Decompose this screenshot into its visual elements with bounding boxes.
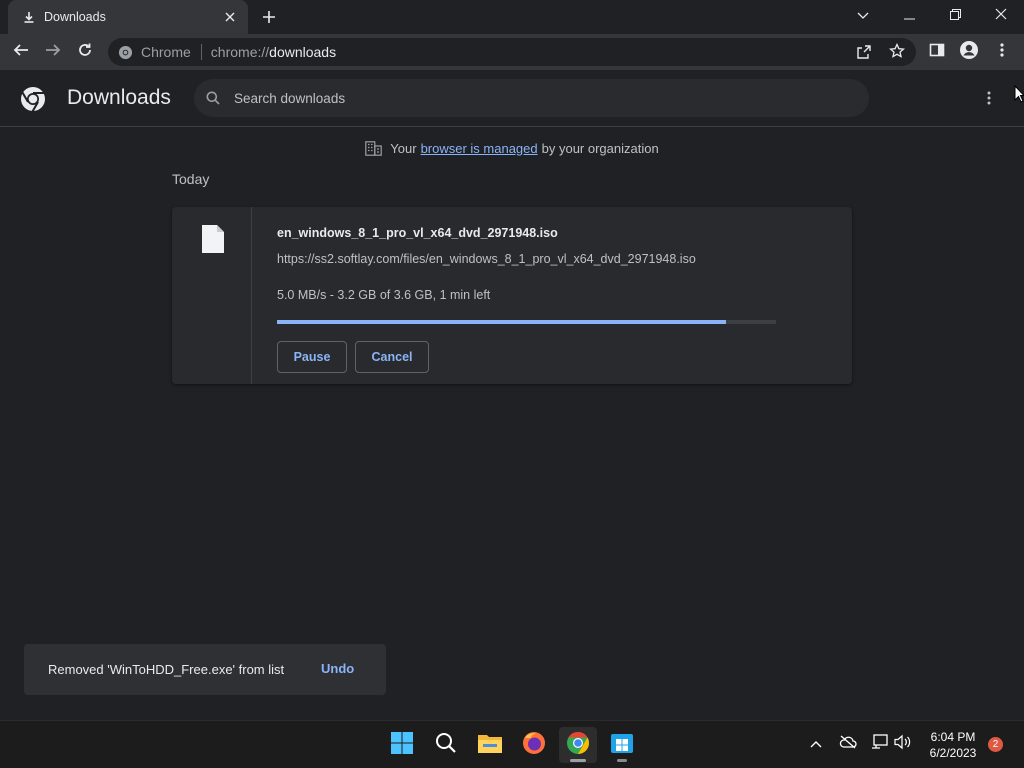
side-panel-icon — [929, 42, 945, 63]
back-button[interactable] — [8, 39, 34, 65]
site-chip[interactable]: Chrome — [108, 44, 191, 60]
cancel-button[interactable]: Cancel — [355, 341, 429, 373]
tab-title: Downloads — [44, 10, 106, 24]
cloud-offline-icon — [839, 735, 857, 754]
file-explorer-icon — [477, 732, 503, 759]
tab-search-button[interactable] — [840, 0, 886, 32]
progress-bar — [277, 320, 776, 324]
undo-button[interactable]: Undo — [321, 661, 354, 676]
windows-start-icon — [390, 731, 414, 760]
volume-icon — [894, 734, 912, 755]
tab-downloads[interactable]: Downloads — [8, 0, 248, 34]
running-indicator — [570, 759, 586, 762]
minimize-icon — [903, 7, 915, 25]
managed-banner: Your browser is managed by your organiza… — [0, 138, 1024, 158]
download-icon — [22, 10, 36, 24]
managed-link[interactable]: browser is managed — [421, 141, 538, 156]
share-icon[interactable] — [856, 44, 872, 63]
mouse-cursor-icon — [1014, 84, 1024, 108]
search-input[interactable] — [234, 90, 834, 106]
network-icon — [871, 733, 889, 755]
show-hidden-icons-button[interactable] — [805, 733, 827, 755]
search-icon — [435, 732, 457, 759]
taskbar-file-explorer[interactable] — [471, 727, 509, 763]
undo-toast: Removed 'WinToHDD_Free.exe' from list Un… — [24, 644, 386, 695]
url-host: downloads — [269, 44, 337, 60]
taskbar-chrome[interactable] — [559, 727, 597, 763]
search-icon — [206, 91, 220, 105]
forward-arrow-icon — [45, 42, 61, 63]
chrome-logo-icon — [20, 86, 46, 117]
managed-prefix: Your — [390, 140, 417, 156]
chrome-icon — [118, 45, 133, 60]
forward-button[interactable] — [40, 39, 66, 65]
profile-icon — [959, 40, 979, 65]
managed-suffix: by your organization — [541, 140, 659, 156]
notification-badge[interactable]: 2 — [988, 737, 1003, 752]
file-icon-column — [172, 207, 252, 384]
star-icon[interactable] — [888, 42, 906, 62]
taskbar: 6:04 PM 6/2/2023 2 — [0, 720, 1024, 768]
kebab-menu-icon — [1000, 42, 1004, 63]
file-icon — [201, 224, 225, 259]
clock-time: 6:04 PM — [930, 730, 976, 744]
running-indicator — [617, 759, 627, 762]
windows-store-icon — [610, 731, 634, 760]
restore-button[interactable] — [932, 0, 978, 32]
chrome-icon — [566, 731, 590, 760]
downloads-menu-icon[interactable] — [987, 91, 991, 110]
restore-icon — [949, 7, 961, 25]
address-bar[interactable]: Chrome chrome://downloads — [108, 38, 916, 66]
browser-menu-button[interactable] — [989, 39, 1015, 65]
taskbar-search-button[interactable] — [427, 727, 465, 763]
close-tab-icon[interactable] — [222, 9, 238, 25]
omnibox-divider — [200, 44, 202, 60]
firefox-icon — [522, 731, 546, 760]
close-window-button[interactable] — [978, 0, 1024, 32]
volume-tray[interactable] — [892, 733, 914, 755]
minimize-button[interactable] — [886, 0, 932, 32]
taskbar-firefox[interactable] — [515, 727, 553, 763]
pause-button[interactable]: Pause — [277, 341, 347, 373]
chevron-down-icon — [857, 7, 869, 25]
page-title: Downloads — [67, 86, 171, 109]
taskbar-store[interactable] — [603, 727, 641, 763]
back-arrow-icon — [13, 42, 29, 63]
network-tray[interactable] — [869, 733, 891, 755]
site-chip-label: Chrome — [141, 44, 191, 60]
start-button[interactable] — [383, 727, 421, 763]
new-tab-button[interactable] — [258, 6, 280, 28]
reload-button[interactable] — [72, 39, 98, 65]
url-scheme: chrome:// — [210, 44, 270, 60]
section-label: Today — [172, 171, 210, 187]
clock-date: 6/2/2023 — [929, 746, 977, 760]
toast-message: Removed 'WinToHDD_Free.exe' from list — [48, 662, 285, 677]
chevron-up-icon — [810, 735, 822, 753]
close-icon — [995, 7, 1007, 25]
search-downloads-box[interactable] — [194, 79, 869, 117]
download-item: en_windows_8_1_pro_vl_x64_dvd_2971948.is… — [172, 207, 852, 384]
taskbar-clock[interactable]: 6:04 PM 6/2/2023 — [918, 729, 988, 761]
side-panel-button[interactable] — [924, 39, 950, 65]
progress-fill — [277, 320, 727, 324]
browser-toolbar: Chrome chrome://downloads — [0, 34, 1024, 70]
file-url[interactable]: https://ss2.softlay.com/files/en_windows… — [277, 252, 696, 266]
downloads-header: Downloads — [0, 70, 1024, 127]
file-name[interactable]: en_windows_8_1_pro_vl_x64_dvd_2971948.is… — [277, 226, 558, 240]
building-icon — [365, 140, 383, 156]
download-status: 5.0 MB/s - 3.2 GB of 3.6 GB, 1 min left — [277, 288, 491, 302]
onedrive-tray[interactable] — [837, 733, 859, 755]
profile-button[interactable] — [956, 39, 982, 65]
reload-icon — [77, 42, 93, 63]
title-bar: Downloads — [0, 0, 1024, 34]
